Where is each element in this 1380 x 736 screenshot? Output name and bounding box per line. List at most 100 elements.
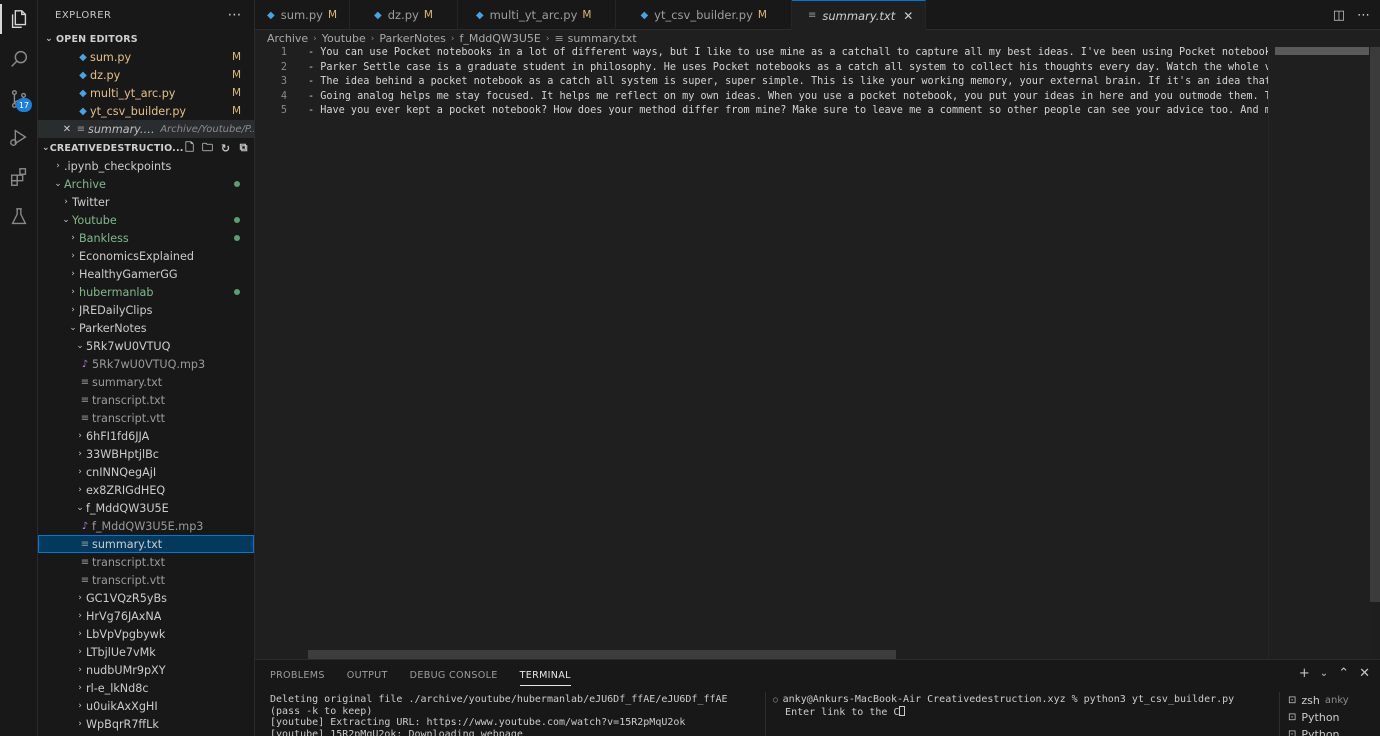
open-editor-sum-py[interactable]: ◆ sum.py M — [38, 48, 254, 66]
explorer-icon[interactable] — [0, 0, 38, 38]
breadcrumb-item[interactable]: Youtube — [322, 32, 366, 45]
close-icon[interactable]: ✕ — [1359, 666, 1370, 681]
text-editor[interactable]: 1 - You can use Pocket notebooks in a lot… — [255, 47, 1268, 659]
collapse-all-icon[interactable]: ⧉ — [238, 141, 250, 154]
workspace-title: CREATIVEDESTRUCTIO... — [49, 142, 184, 154]
testing-flask-icon[interactable] — [0, 198, 38, 236]
close-icon[interactable]: ✕ — [60, 124, 74, 135]
tree-item[interactable]: › GC1VQzR5yBs — [38, 589, 254, 607]
tree-item[interactable]: › ex8ZRIGdHEQ — [38, 481, 254, 499]
minimap[interactable] — [1268, 47, 1370, 659]
tab-sum-py[interactable]: ◆ sum.py M — [255, 0, 351, 30]
breadcrumb-item[interactable]: summary.txt — [568, 32, 637, 45]
tree-item[interactable]: › WpBqrR7ffLk — [38, 715, 254, 733]
new-file-icon[interactable]: 🗋 — [184, 141, 196, 154]
editor-line[interactable]: 3 - The idea behind a pocket notebook as … — [255, 76, 1268, 91]
tree-item-label: 5Rk7wU0VTUQ.mp3 — [92, 357, 206, 371]
tree-item[interactable]: › rl-e_lkNd8c — [38, 679, 254, 697]
tree-item[interactable]: › u0uikAxXgHI — [38, 697, 254, 715]
ellipsis-icon[interactable]: ⋯ — [1357, 8, 1370, 23]
tree-item[interactable]: ♪ f_MddQW3U5E.mp3 — [38, 517, 254, 535]
extensions-icon[interactable] — [0, 158, 38, 196]
terminal-list-item[interactable]: ⊡ zsh anky — [1280, 692, 1380, 709]
tab-dz-py[interactable]: ◆ dz.py M — [350, 0, 458, 30]
tree-item-label: transcript.txt — [92, 393, 166, 407]
maximize-panel-icon[interactable]: ⌃ — [1338, 666, 1349, 681]
tree-item[interactable]: ⌄ Youtube — [38, 211, 254, 229]
tree-item[interactable]: ≡ transcript.txt — [38, 391, 254, 409]
open-editor-summary-txt[interactable]: ✕ ≡ summary.txt Archive/Youtube/P... — [38, 120, 254, 138]
tree-item[interactable]: ♪ 5Rk7wU0VTUQ.mp3 — [38, 355, 254, 373]
tree-item[interactable]: › HrVg76JAxNA — [38, 607, 254, 625]
tab-terminal[interactable]: TERMINAL — [519, 670, 571, 686]
ellipsis-icon[interactable]: ⋯ — [228, 7, 243, 23]
tree-item[interactable]: › EconomicsExplained — [38, 247, 254, 265]
terminal-output-left[interactable]: Deleting original file ./archive/youtube… — [270, 694, 755, 736]
chevron-down-icon: ⌄ — [69, 323, 77, 333]
tree-item[interactable]: › LbVpVpgbywk — [38, 625, 254, 643]
tree-item[interactable]: › Bankless — [38, 229, 254, 247]
tree-item[interactable]: ≡ transcript.vtt — [38, 571, 254, 589]
tab-multi-yt-arc[interactable]: ◆ multi_yt_arc.py M — [458, 0, 617, 30]
breadcrumb-item[interactable]: Archive — [267, 32, 308, 45]
breadcrumb-item[interactable]: ParkerNotes — [379, 32, 445, 45]
tree-item-selected[interactable]: ≡ summary.txt — [38, 535, 254, 553]
open-editor-multi-yt-arc[interactable]: ◆ multi_yt_arc.py M — [38, 84, 254, 102]
search-icon[interactable] — [0, 40, 38, 78]
terminal-divider[interactable] — [765, 692, 766, 736]
editor-line[interactable]: 5 - Have you ever kept a pocket notebook?… — [255, 105, 1268, 120]
open-editor-dz-py[interactable]: ◆ dz.py M — [38, 66, 254, 84]
terminal-list-item[interactable]: ⊡ Python — [1280, 709, 1380, 726]
terminal-list-item[interactable]: ⊡ Python — [1280, 726, 1380, 736]
chevron-down-icon[interactable]: ⌄ — [1320, 668, 1328, 681]
tree-item[interactable]: ≡ transcript.txt — [38, 553, 254, 571]
tab-debug-console[interactable]: DEBUG CONSOLE — [410, 670, 498, 681]
tree-item[interactable]: › hubermanlab — [38, 283, 254, 301]
change-dot — [234, 181, 240, 187]
tree-item[interactable]: ⌄ Archive — [38, 175, 254, 193]
refresh-icon[interactable]: ↻ — [220, 142, 232, 155]
line-text: - The idea behind a pocket notebook as a… — [308, 76, 1268, 88]
horizontal-scrollbar[interactable] — [308, 650, 896, 659]
python-file-icon: ◆ — [79, 51, 87, 63]
run-debug-icon[interactable] — [0, 118, 38, 156]
tab-yt-csv-builder[interactable]: ◆ yt_csv_builder.py M — [616, 0, 792, 30]
open-editor-yt-csv-builder[interactable]: ◆ yt_csv_builder.py M — [38, 102, 254, 120]
split-editor-icon[interactable]: ◫ — [1333, 8, 1345, 23]
tree-item[interactable]: ≡ transcript.vtt — [38, 409, 254, 427]
tree-item[interactable]: › 33WBHptjlBc — [38, 445, 254, 463]
tree-item[interactable]: ≡ summary.txt — [38, 373, 254, 391]
tree-item[interactable]: › cnINNQegAjI — [38, 463, 254, 481]
bottom-panel: PROBLEMS OUTPUT DEBUG CONSOLE TERMINAL +… — [255, 659, 1380, 736]
tab-problems[interactable]: PROBLEMS — [270, 670, 325, 681]
tree-item[interactable]: › HealthyGamerGG — [38, 265, 254, 283]
tree-item[interactable]: ⌄ 5Rk7wU0VTUQ — [38, 337, 254, 355]
tree-item[interactable]: ⌄ f_MddQW3U5E — [38, 499, 254, 517]
tree-item[interactable]: › 6hFI1fd6JJA — [38, 427, 254, 445]
workspace-header[interactable]: ⌄ CREATIVEDESTRUCTIO... 🗋 🗀 ↻ ⧉ — [38, 139, 254, 157]
tab-output[interactable]: OUTPUT — [347, 670, 388, 681]
open-editors-header[interactable]: ⌄ OPEN EDITORS — [38, 30, 254, 48]
tree-item[interactable]: › .ipynb_checkpoints — [38, 157, 254, 175]
tree-item-label: 5Rk7wU0VTUQ — [86, 339, 171, 353]
terminal-name: Python — [1301, 711, 1340, 724]
tree-item[interactable]: ⌄ ParkerNotes — [38, 319, 254, 337]
terminal-output-right[interactable]: ○ anky@Ankurs-MacBook-Air Creativedestru… — [773, 694, 1263, 718]
editor-line[interactable]: 4 - Going analog helps me stay focused. I… — [255, 91, 1268, 106]
new-folder-icon[interactable]: 🗀 — [202, 141, 214, 154]
source-control-icon[interactable]: 17 — [0, 80, 38, 118]
vertical-scrollbar[interactable] — [1370, 47, 1380, 602]
tree-item[interactable]: › nudbUMr9pXY — [38, 661, 254, 679]
plus-icon[interactable]: + — [1299, 666, 1310, 681]
text-file-icon: ≡ — [80, 538, 90, 550]
editor-line[interactable]: 2 - Parker Settle case is a graduate stud… — [255, 62, 1268, 77]
breadcrumb-item[interactable]: f_MddQW3U5E — [459, 32, 540, 45]
tree-item-label: WpBqrR7ffLk — [86, 717, 159, 731]
close-icon[interactable]: ✕ — [903, 9, 913, 23]
editor-line[interactable]: 1 - You can use Pocket notebooks in a lot… — [255, 47, 1268, 62]
tree-item[interactable]: › Twitter — [38, 193, 254, 211]
tree-item-label: rl-e_lkNd8c — [86, 681, 149, 695]
tree-item[interactable]: › LTbjlUe7vMk — [38, 643, 254, 661]
tree-item[interactable]: › JREDailyClips — [38, 301, 254, 319]
tab-summary-txt[interactable]: ≡ summary.txt ✕ — [791, 0, 927, 30]
